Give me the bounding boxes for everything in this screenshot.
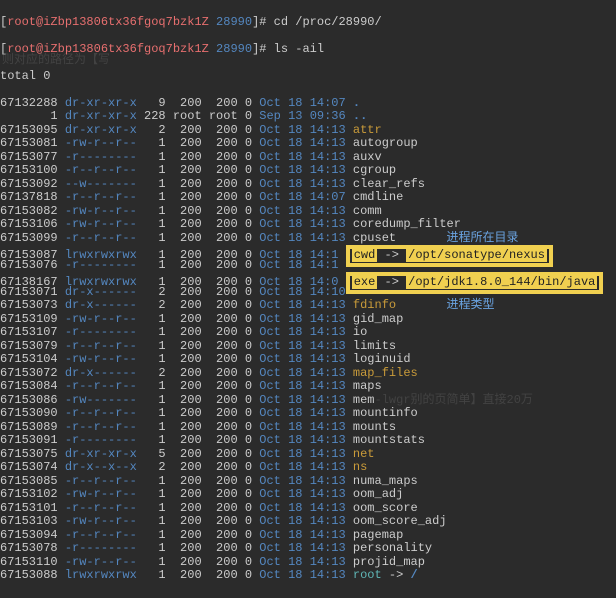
ls-row: 67153078 -r-------- 1 200 200 0 Oct 18 1… (0, 542, 616, 556)
ls-row: 67153101 -r--r--r-- 1 200 200 0 Oct 18 1… (0, 502, 616, 516)
ls-row: 67153074 dr-x--x--x 2 200 200 0 Oct 18 1… (0, 461, 616, 475)
ls-row: 67153094 -r--r--r-- 1 200 200 0 Oct 18 1… (0, 529, 616, 543)
ls-row: 67153089 -r--r--r-- 1 200 200 0 Oct 18 1… (0, 421, 616, 435)
ls-row: 67153107 -r-------- 1 200 200 0 Oct 18 1… (0, 326, 616, 340)
ls-row: 67153109 -rw-r--r-- 1 200 200 0 Oct 18 1… (0, 313, 616, 327)
ls-row: 67153075 dr-xr-xr-x 5 200 200 0 Oct 18 1… (0, 448, 616, 462)
ls-row: 67153099 -r--r--r-- 1 200 200 0 Oct 18 1… (0, 232, 616, 246)
ls-row: 67153073 dr-x------ 2 200 200 0 Oct 18 1… (0, 299, 616, 313)
ls-row: 67153077 -r-------- 1 200 200 0 Oct 18 1… (0, 151, 616, 165)
prompt-line-2: [root@iZbp13806tx36fgoq7bzk1Z 28990]# ls… (0, 43, 616, 57)
ls-row: 67153100 -r--r--r-- 1 200 200 0 Oct 18 1… (0, 164, 616, 178)
ls-row: 67153079 -r--r--r-- 1 200 200 0 Oct 18 1… (0, 340, 616, 354)
total-line: total 0 (0, 70, 616, 84)
ls-row: 67153087 lrwxrwxrwx 1 200 200 0 Oct 18 1… (0, 245, 616, 259)
ls-row: 67153084 -r--r--r-- 1 200 200 0 Oct 18 1… (0, 380, 616, 394)
ls-row: 67137818 -r--r--r-- 1 200 200 0 Oct 18 1… (0, 191, 616, 205)
ls-row: 67153110 -rw-r--r-- 1 200 200 0 Oct 18 1… (0, 556, 616, 570)
ls-row: 67153082 -rw-r--r-- 1 200 200 0 Oct 18 1… (0, 205, 616, 219)
ls-row: 67153103 -rw-r--r-- 1 200 200 0 Oct 18 1… (0, 515, 616, 529)
ls-row: 67153095 dr-xr-xr-x 2 200 200 0 Oct 18 1… (0, 124, 616, 138)
ls-row: 67153092 --w------- 1 200 200 0 Oct 18 1… (0, 178, 616, 192)
terminal-output: [root@iZbp13806tx36fgoq7bzk1Z 28990]# cd… (0, 0, 616, 598)
ls-row: 67132288 dr-xr-xr-x 9 200 200 0 Oct 18 1… (0, 97, 616, 111)
ls-row: 67153091 -r-------- 1 200 200 0 Oct 18 1… (0, 434, 616, 448)
ls-row: 67153104 -rw-r--r-- 1 200 200 0 Oct 18 1… (0, 353, 616, 367)
ls-row: 67153102 -rw-r--r-- 1 200 200 0 Oct 18 1… (0, 488, 616, 502)
prompt-line-1: [root@iZbp13806tx36fgoq7bzk1Z 28990]# cd… (0, 16, 616, 30)
ls-row: 1 dr-xr-xr-x 228 root root 0 Sep 13 09:3… (0, 110, 616, 124)
ls-row: 67153085 -r--r--r-- 1 200 200 0 Oct 18 1… (0, 475, 616, 489)
ls-row: 67153090 -r--r--r-- 1 200 200 0 Oct 18 1… (0, 407, 616, 421)
ls-row: 67138167 lrwxrwxrwx 1 200 200 0 Oct 18 1… (0, 272, 616, 286)
ls-row: 67153086 -rw------- 1 200 200 0 Oct 18 1… (0, 394, 616, 408)
ls-row: 67153081 -rw-r--r-- 1 200 200 0 Oct 18 1… (0, 137, 616, 151)
ls-row: 67153088 lrwxrwxrwx 1 200 200 0 Oct 18 1… (0, 569, 616, 583)
ls-row: 67153072 dr-x------ 2 200 200 0 Oct 18 1… (0, 367, 616, 381)
ls-row: 67153106 -rw-r--r-- 1 200 200 0 Oct 18 1… (0, 218, 616, 232)
